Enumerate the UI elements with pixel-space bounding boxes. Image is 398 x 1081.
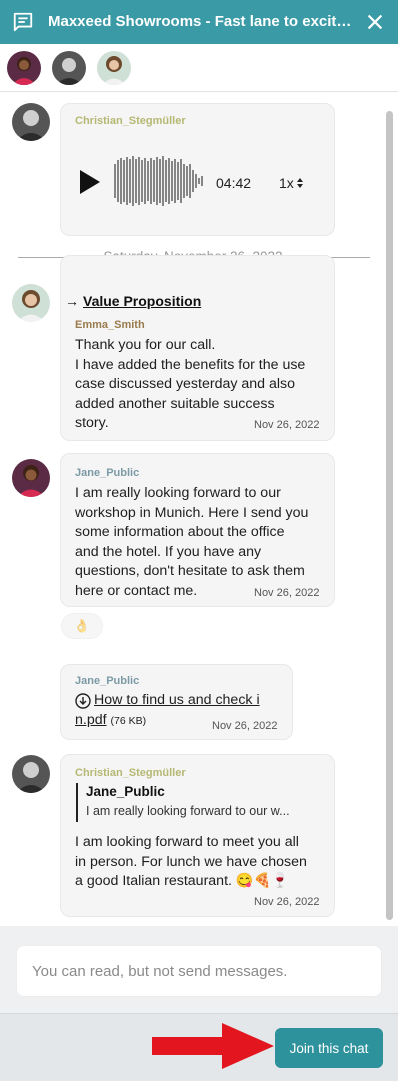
avatar[interactable] [12, 755, 50, 793]
arrow-right-icon [152, 1023, 274, 1069]
message-text: I am looking forward to meet you all in … [75, 833, 307, 892]
avatar[interactable] [12, 284, 50, 322]
message-sender: Jane_Public [75, 675, 140, 687]
arrow-right-icon: → [65, 293, 79, 309]
reaction-emoji: 👌 [73, 618, 91, 633]
participant-avatar-christian[interactable] [52, 51, 86, 85]
linked-topic[interactable]: → Value Proposition [65, 293, 201, 309]
message-timestamp: Nov 26, 2022 [254, 419, 320, 431]
avatar[interactable] [12, 103, 50, 141]
quoted-message[interactable]: Jane_Public I am really looking forward … [76, 783, 324, 822]
audio-message: Christian_Stegmüller 04:42 1x [60, 103, 335, 236]
play-icon[interactable] [79, 169, 101, 195]
input-placeholder: You can read, but not send messages. [32, 963, 288, 980]
download-icon [75, 693, 91, 709]
message-line: a good Italian restaurant. 😋🍕🍷 [75, 873, 289, 889]
message-line: case discussed yesterday and also [75, 376, 296, 392]
updown-chevron-icon [296, 178, 303, 188]
message-line: I am looking forward to meet you all [75, 834, 299, 850]
message-sender: Emma_Smith [75, 319, 145, 331]
message-line: added another suitable success [75, 395, 275, 412]
avatar[interactable] [12, 459, 50, 497]
playback-speed-select[interactable]: 1x [279, 175, 304, 191]
message-line: workshop in Munich. Here I send you [75, 504, 309, 521]
file-size: (76 KB) [110, 714, 147, 727]
file-message: Jane_Public How to find us and check i n… [60, 664, 293, 740]
message-list[interactable]: Christian_Stegmüller 04:42 1x Satur [0, 93, 398, 926]
message-line: I have added the benefits for the use [75, 356, 306, 373]
message-sender: Christian_Stegmüller [75, 115, 186, 127]
message-line: some information about the office [75, 524, 285, 540]
chat-icon [13, 12, 33, 32]
chat-header: Maxxeed Showrooms - Fast lane to excite … [0, 0, 398, 44]
quote-author: Jane_Public [86, 784, 165, 799]
message-bubble: Jane_Public I am really looking forward … [60, 453, 335, 607]
chat-title: Maxxeed Showrooms - Fast lane to excite … [48, 13, 352, 30]
topic-link[interactable]: Value Proposition [83, 293, 201, 309]
file-link[interactable]: How to find us and check i [94, 691, 260, 711]
message-line: Thank you for our call. [75, 337, 216, 353]
file-link[interactable]: n.pdf [75, 712, 107, 728]
message-sender: Jane_Public [75, 467, 140, 479]
message-line: in person. For lunch we have chosen [75, 853, 307, 870]
message-timestamp: Nov 26, 2022 [212, 720, 278, 732]
message-text: I am really looking forward to our works… [75, 484, 308, 601]
message-timestamp: Nov 26, 2022 [254, 896, 320, 908]
message-bubble: → Value Proposition Emma_Smith Thank you… [60, 255, 335, 441]
close-icon[interactable] [364, 11, 386, 33]
message-line: questions, don't hesitate to ask them [75, 563, 305, 579]
message-bubble: Christian_Stegmüller Jane_Public I am re… [60, 754, 335, 917]
reaction-badge[interactable]: 👌 [61, 613, 103, 639]
audio-duration: 04:42 [216, 175, 252, 191]
message-sender: Christian_Stegmüller [75, 767, 186, 779]
message-input[interactable]: You can read, but not send messages. [16, 945, 382, 997]
participant-avatar-jane[interactable] [7, 51, 41, 85]
participants-bar [0, 44, 398, 92]
message-line: and the hotel. If you have any [75, 543, 262, 560]
quote-text: I am really looking forward to our w... [86, 804, 290, 818]
message-line: I am really looking forward to our [75, 485, 281, 501]
participant-avatar-emma[interactable] [97, 51, 131, 85]
message-timestamp: Nov 26, 2022 [254, 587, 320, 599]
join-chat-button[interactable]: Join this chat [275, 1028, 383, 1068]
scrollbar[interactable] [386, 111, 393, 920]
audio-waveform[interactable] [114, 156, 206, 206]
